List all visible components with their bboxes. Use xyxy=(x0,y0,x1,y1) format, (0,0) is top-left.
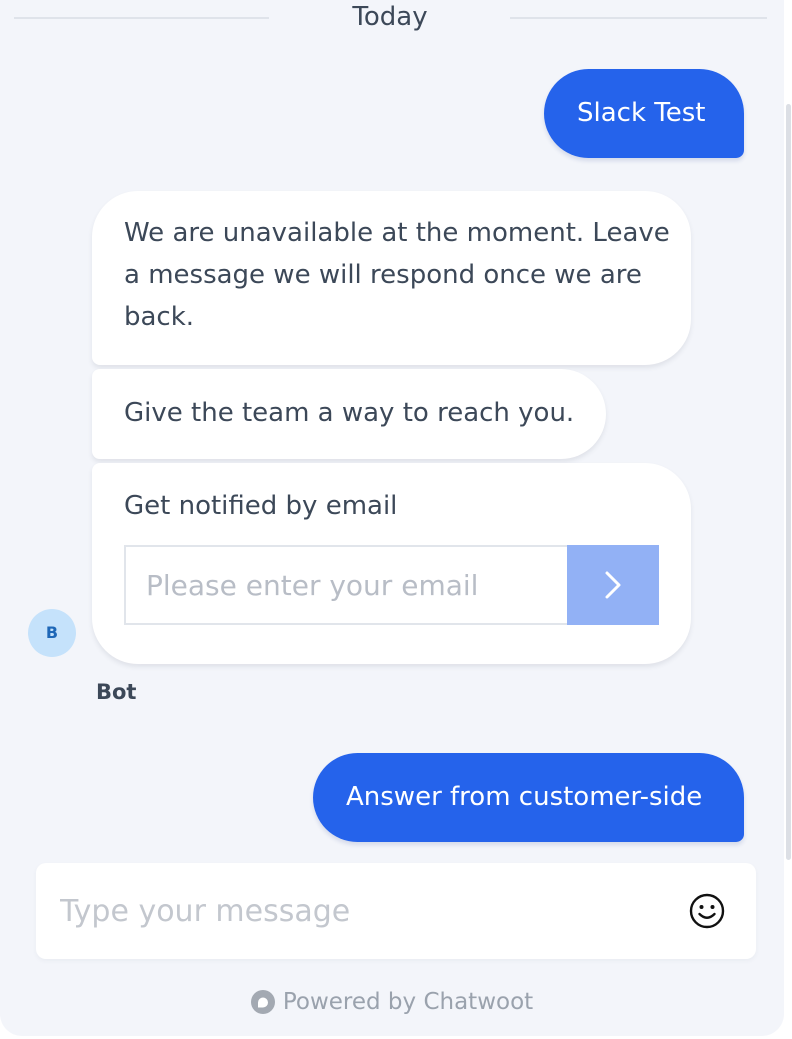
chevron-right-icon xyxy=(605,571,621,599)
email-input[interactable] xyxy=(124,545,567,625)
chat-widget: Today Slack Test We are unavailable at t… xyxy=(0,0,784,1036)
emoji-button[interactable] xyxy=(688,892,726,930)
email-capture-form xyxy=(124,545,659,625)
chatwoot-logo-icon xyxy=(250,990,275,1014)
message-composer xyxy=(36,863,756,959)
date-divider-line-left xyxy=(14,17,269,19)
user-message-bubble: Slack Test xyxy=(544,69,744,158)
message-input[interactable] xyxy=(60,881,660,941)
sender-name: Bot xyxy=(96,680,137,704)
email-submit-button[interactable] xyxy=(567,545,659,625)
powered-by-text: Powered by Chatwoot xyxy=(282,989,534,1015)
bot-message-bubble: We are unavailable at the moment. Leave … xyxy=(92,191,691,365)
powered-by-link[interactable]: Powered by Chatwoot xyxy=(0,986,784,1018)
smiley-icon xyxy=(689,893,725,929)
bot-avatar: B xyxy=(28,609,76,657)
scrollbar[interactable] xyxy=(786,104,791,860)
email-capture-card: Get notified by email xyxy=(92,463,691,664)
bot-message-bubble: Give the team a way to reach you. xyxy=(92,369,606,459)
user-message-bubble: Answer from customer-side xyxy=(313,753,744,842)
date-divider-label: Today xyxy=(352,2,428,32)
email-capture-title: Get notified by email xyxy=(124,491,398,521)
date-divider-line-right xyxy=(510,17,767,19)
